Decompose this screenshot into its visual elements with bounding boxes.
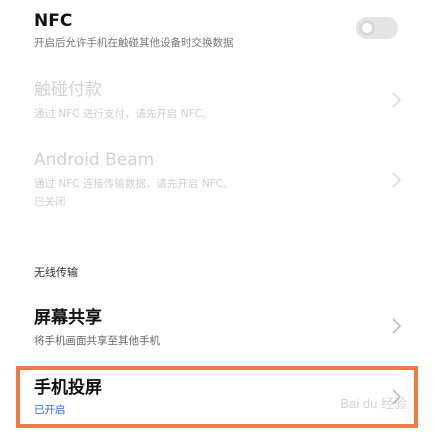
nfc-row[interactable]: NFC 开启后允许手机在触碰其他设备时交换数据 <box>0 0 435 68</box>
nfc-description: 开启后允许手机在触碰其他设备时交换数据 <box>34 37 234 49</box>
android-beam-status: 已关闭 <box>34 196 66 208</box>
tap-pay-title: 触碰付款 <box>34 80 102 100</box>
chevron-right-icon <box>389 317 403 335</box>
nfc-toggle[interactable] <box>356 17 398 39</box>
toggle-knob <box>359 20 375 36</box>
android-beam-description: 通过 NFC 连接传输数据，请先开启 NFC。 <box>34 178 234 190</box>
tap-pay-row[interactable]: 触碰付款 通过 NFC 进行支付，请先开启 NFC。 <box>0 68 435 136</box>
screen-share-row[interactable]: 屏幕共享 将手机画面共享至其他手机 <box>0 296 435 358</box>
wireless-section-header: 无线传输 <box>34 266 78 279</box>
screen-share-title: 屏幕共享 <box>34 308 102 328</box>
watermark: Bai du 经验 <box>340 396 407 411</box>
nfc-title: NFC <box>34 11 73 31</box>
chevron-right-icon <box>389 171 403 189</box>
screen-share-description: 将手机画面共享至其他手机 <box>34 335 160 347</box>
tap-pay-description: 通过 NFC 进行支付，请先开启 NFC。 <box>34 108 213 120</box>
android-beam-row[interactable]: Android Beam 通过 NFC 连接传输数据，请先开启 NFC。 已关闭 <box>0 140 435 222</box>
android-beam-title: Android Beam <box>34 150 155 170</box>
chevron-right-icon <box>389 91 403 109</box>
